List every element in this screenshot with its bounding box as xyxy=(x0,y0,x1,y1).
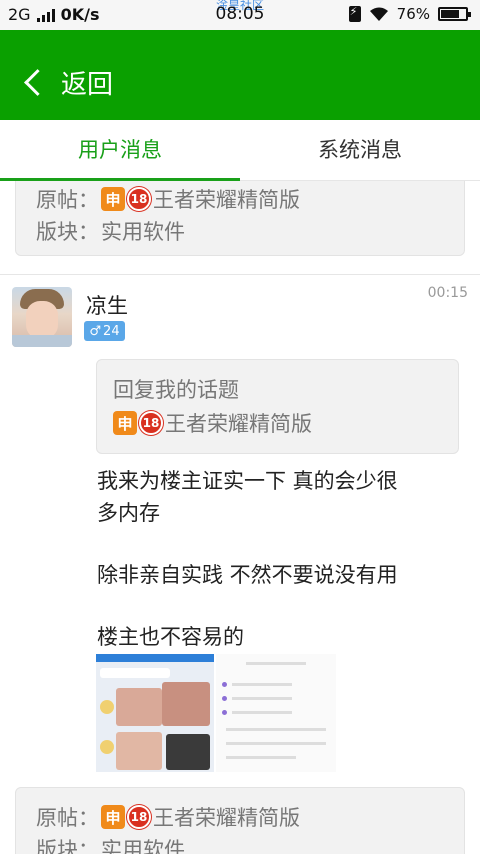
battery-percent: 76% xyxy=(396,5,430,23)
origin-post-card[interactable]: 原帖： 申 18 王者荣耀精简版 版块： 实用软件 xyxy=(15,181,465,256)
reply-topic-line: 申 18 王者荣耀精简版 xyxy=(113,408,312,438)
board-line: 版块： 实用软件 xyxy=(36,216,185,246)
back-button[interactable]: 返回 xyxy=(22,64,113,101)
reply-topic-title: 王者荣耀精简版 xyxy=(165,412,312,436)
origin-post-line: 原帖： 申 18 王者荣耀精简版 xyxy=(36,184,300,214)
origin-post-card[interactable]: 原帖： 申 18 王者荣耀精简版 版块： 实用软件 xyxy=(15,787,465,854)
message-images xyxy=(96,654,336,772)
origin-label: 原帖： xyxy=(36,806,99,830)
male-icon: ♂ xyxy=(89,323,102,339)
tab-system-messages[interactable]: 系统消息 xyxy=(240,120,480,180)
message-tabs: 用户消息 系统消息 xyxy=(0,120,480,181)
attached-screenshot-2[interactable] xyxy=(216,654,336,772)
age-18-badge: 18 xyxy=(127,805,151,829)
message-text-line: 我来为楼主证实一下 真的会少很 xyxy=(97,469,398,493)
reply-topic-card[interactable]: 回复我的话题 申 18 王者荣耀精简版 xyxy=(96,359,459,454)
wifi-icon xyxy=(369,7,388,21)
gender-age-badge: ♂ 24 xyxy=(84,321,125,341)
board-label: 版块： xyxy=(36,838,99,854)
header-bar: 返回 xyxy=(0,30,480,120)
message-text-line: 多内存 xyxy=(97,501,160,525)
board-name: 实用软件 xyxy=(101,220,185,244)
message-list: 原帖： 申 18 王者荣耀精简版 版块： 实用软件 凉生 ♂ 24 00:15 … xyxy=(0,181,480,854)
tab-user-messages[interactable]: 用户消息 xyxy=(0,120,240,181)
chevron-left-icon xyxy=(24,69,51,96)
username[interactable]: 凉生 xyxy=(86,290,128,320)
board-line: 版块： 实用软件 xyxy=(36,834,185,854)
review-badge: 申 xyxy=(101,805,125,829)
origin-post-line: 原帖： 申 18 王者荣耀精简版 xyxy=(36,802,300,832)
back-label: 返回 xyxy=(61,70,114,100)
origin-label: 原帖： xyxy=(36,188,99,212)
origin-post-title: 王者荣耀精简版 xyxy=(153,188,300,212)
age-18-badge: 18 xyxy=(139,411,163,435)
age-18-badge: 18 xyxy=(127,187,151,211)
board-label: 版块： xyxy=(36,220,99,244)
review-badge: 申 xyxy=(113,411,137,435)
reply-heading: 回复我的话题 xyxy=(113,378,239,402)
divider xyxy=(0,274,480,275)
charging-icon xyxy=(348,5,361,22)
board-name: 实用软件 xyxy=(101,838,185,854)
message-time: 00:15 xyxy=(427,285,468,301)
status-right: 76% xyxy=(348,5,471,23)
message-text-line: 除非亲自实践 不然不要说没有用 xyxy=(97,563,398,587)
battery-icon xyxy=(438,7,471,21)
avatar[interactable] xyxy=(12,287,72,347)
status-bar: 2G 0K/s 淦皇社区 08:05 76% xyxy=(0,0,480,30)
review-badge: 申 xyxy=(101,187,125,211)
origin-post-title: 王者荣耀精简版 xyxy=(153,806,300,830)
attached-screenshot-1[interactable] xyxy=(96,654,214,772)
message-text-line: 楼主也不容易的 xyxy=(97,625,244,649)
age-value: 24 xyxy=(103,323,120,339)
